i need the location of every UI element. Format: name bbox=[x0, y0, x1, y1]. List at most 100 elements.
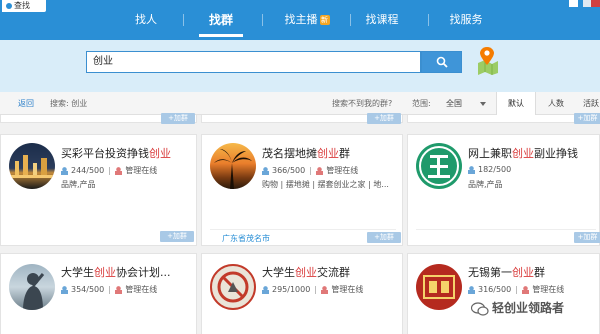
admin-icon bbox=[321, 285, 329, 294]
new-badge: 新 bbox=[319, 15, 330, 25]
group-title[interactable]: 大学生创业交流群 bbox=[262, 264, 350, 280]
member-count: 366/500 bbox=[272, 166, 306, 175]
add-group-button[interactable]: +加群 bbox=[367, 232, 401, 243]
add-group-button[interactable]: +加群 bbox=[574, 232, 600, 243]
add-group-button[interactable]: +加群 bbox=[161, 113, 195, 124]
sort-tab-default[interactable]: 默认 bbox=[496, 92, 536, 115]
group-title-text: 无锡第一 bbox=[468, 266, 512, 279]
group-title[interactable]: 茂名摆地摊创业群 bbox=[262, 145, 350, 161]
group-avatar bbox=[210, 264, 256, 310]
admin-status: 管理在线 bbox=[331, 285, 364, 294]
member-count: 316/500 bbox=[478, 285, 512, 294]
tab-find-course[interactable]: 找课程 bbox=[362, 11, 402, 29]
tab-find-people[interactable]: 找人 bbox=[128, 11, 164, 29]
group-title[interactable]: 大学生创业协会计划... bbox=[61, 264, 171, 280]
group-title[interactable]: 网上兼职创业副业挣钱 bbox=[468, 145, 578, 161]
no-entry-sign-image bbox=[217, 271, 249, 303]
add-group-button[interactable]: +加群 bbox=[160, 231, 194, 242]
group-title[interactable]: 无锡第一创业群 bbox=[468, 264, 545, 280]
member-count: 354/500 bbox=[71, 285, 105, 294]
admin-status: 管理在线 bbox=[532, 285, 565, 294]
watermark-text: 轻创业领路者 bbox=[492, 301, 565, 315]
group-title-text: 大学生 bbox=[61, 266, 94, 279]
group-card[interactable]: 买彩平台投资挣钱创业 244/500 管理在线 品牌,产品 bbox=[0, 134, 197, 246]
add-group-button[interactable]: +加群 bbox=[574, 113, 600, 124]
group-card[interactable]: 无锡第一创业群 316/500 管理在线 bbox=[407, 253, 600, 334]
city-night-image bbox=[9, 155, 55, 178]
group-tags: 品牌,产品 bbox=[468, 180, 503, 189]
group-avatar bbox=[416, 264, 462, 310]
sort-tab-active[interactable]: 活跃 bbox=[576, 92, 600, 115]
nav-divider bbox=[350, 14, 351, 26]
watermark: 轻创业领路者 bbox=[468, 298, 568, 318]
meta-divider bbox=[109, 285, 111, 294]
active-tab-indicator bbox=[199, 34, 243, 37]
meta-divider bbox=[315, 285, 317, 294]
admin-status: 管理在线 bbox=[326, 166, 359, 175]
group-tags: 购物 | 摆地摊 | 摆套创业之家 | 地... bbox=[262, 180, 389, 189]
sort-tab-members[interactable]: 人数 bbox=[536, 92, 576, 115]
group-avatar bbox=[416, 143, 462, 189]
group-title-text: 茂名摆地摊 bbox=[262, 147, 317, 160]
member-count: 244/500 bbox=[71, 166, 105, 175]
admin-icon bbox=[115, 166, 123, 175]
parttime-logo-image bbox=[419, 146, 459, 186]
admin-icon bbox=[522, 285, 530, 294]
add-group-button[interactable]: +加群 bbox=[367, 113, 401, 124]
group-meta: 244/500 管理在线 bbox=[61, 165, 157, 176]
window-title: 查找 bbox=[2, 0, 46, 12]
window-title-text: 查找 bbox=[14, 1, 30, 10]
group-card[interactable]: 大学生创业协会计划... 354/500 管理在线 bbox=[0, 253, 197, 334]
startup-logo-image bbox=[423, 275, 455, 299]
tab-find-streamer-label: 找主播 bbox=[284, 13, 318, 26]
group-avatar bbox=[9, 264, 55, 310]
search-button[interactable] bbox=[421, 51, 462, 73]
search-query-text: 搜索: 创业 bbox=[50, 99, 88, 108]
palm-sunset-image bbox=[214, 149, 252, 189]
back-link[interactable]: 返回 bbox=[18, 92, 34, 115]
members-icon bbox=[468, 285, 475, 294]
close-button[interactable] bbox=[591, 0, 600, 7]
nav-divider bbox=[428, 14, 429, 26]
group-title-text: 买彩平台投资挣钱 bbox=[61, 147, 149, 160]
tab-find-service[interactable]: 找服务 bbox=[446, 11, 486, 29]
tab-find-streamer[interactable]: 找主播新 bbox=[278, 11, 336, 29]
group-title-text: 大学生 bbox=[262, 266, 295, 279]
admin-status: 管理在线 bbox=[125, 166, 158, 175]
scope-select[interactable]: 全国 bbox=[446, 92, 462, 115]
not-found-link[interactable]: 搜索不到我的群? bbox=[332, 92, 392, 115]
person-photo-image bbox=[23, 273, 45, 310]
search-input[interactable]: 创业 bbox=[86, 51, 421, 73]
group-title-suffix: 副业挣钱 bbox=[534, 147, 578, 160]
group-title[interactable]: 买彩平台投资挣钱创业 bbox=[61, 145, 171, 161]
group-tags: 品牌,产品 bbox=[61, 180, 96, 189]
group-meta: 295/1000 管理在线 bbox=[262, 284, 363, 295]
tab-find-group[interactable]: 找群 bbox=[199, 11, 243, 29]
group-card[interactable]: 网上兼职创业副业挣钱 182/500 品牌,产品 +加群 bbox=[407, 134, 600, 246]
group-title-suffix: 交流群 bbox=[317, 266, 350, 279]
members-icon bbox=[61, 166, 68, 175]
nav-divider bbox=[262, 14, 263, 26]
group-title-highlight: 创业 bbox=[512, 147, 534, 160]
chevron-down-icon bbox=[480, 102, 486, 106]
group-card[interactable]: 大学生创业交流群 295/1000 管理在线 bbox=[201, 253, 403, 334]
member-count: 182/500 bbox=[478, 165, 512, 174]
admin-status: 管理在线 bbox=[125, 285, 158, 294]
group-card-prev: +加群 bbox=[407, 113, 600, 124]
members-icon bbox=[468, 165, 475, 174]
group-card-prev: +加群 bbox=[201, 113, 403, 124]
group-meta: 182/500 bbox=[468, 165, 511, 174]
minimize-button[interactable] bbox=[569, 0, 578, 7]
map-location-icon[interactable] bbox=[474, 45, 500, 75]
admin-icon bbox=[316, 166, 324, 175]
group-title-highlight: 创业 bbox=[512, 266, 534, 279]
meta-divider bbox=[109, 166, 111, 175]
meta-divider bbox=[516, 285, 518, 294]
group-avatar bbox=[9, 143, 55, 189]
group-meta: 354/500 管理在线 bbox=[61, 284, 157, 295]
group-card[interactable]: 茂名摆地摊创业群 366/500 管理在线 购物 | 摆地摊 | 摆套创业之家 |… bbox=[201, 134, 403, 246]
members-icon bbox=[61, 285, 68, 294]
divider bbox=[210, 229, 396, 230]
group-title-highlight: 创业 bbox=[295, 266, 317, 279]
filter-bar: 返回 搜索: 创业 搜索不到我的群? 范围: 全国 默认 人数 活跃 bbox=[0, 92, 600, 115]
